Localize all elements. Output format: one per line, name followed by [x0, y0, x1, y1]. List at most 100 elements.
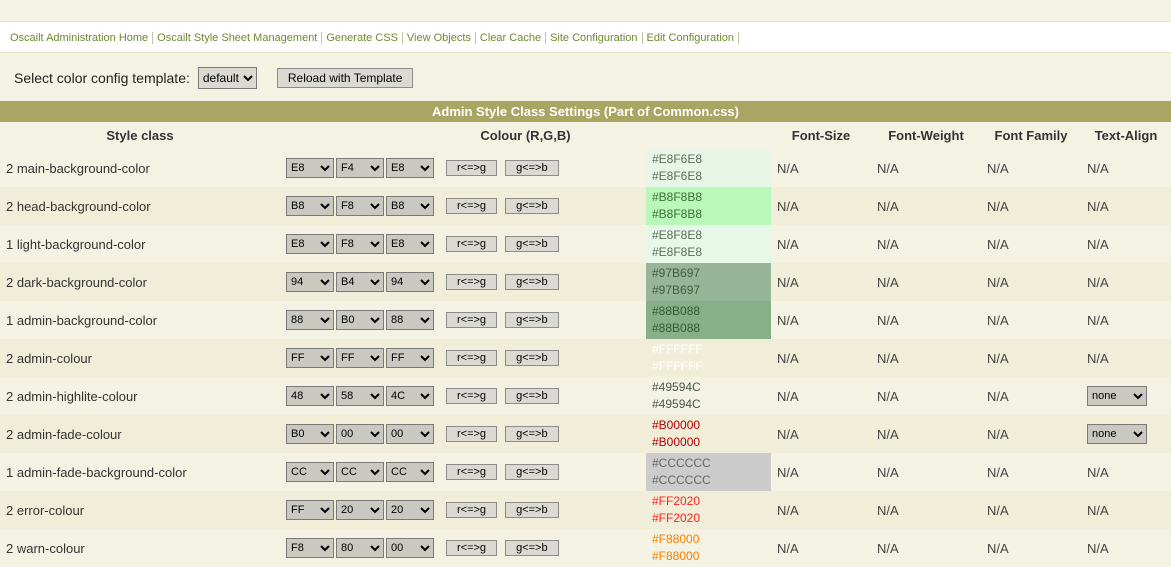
nav-link-3[interactable]: View Objects [403, 32, 476, 44]
swap-rg-button[interactable]: r<=>g [446, 464, 497, 480]
colour-swatch: #88B088#88B088 [646, 301, 771, 339]
swap-gb-button[interactable]: g<=>b [505, 350, 559, 366]
hex-g-select[interactable]: F8 [336, 196, 384, 216]
hex-g-select[interactable]: 00 [336, 424, 384, 444]
hex-b-select[interactable]: 20 [386, 500, 434, 520]
swap-rg-button[interactable]: r<=>g [446, 502, 497, 518]
text-align-cell: N/A [1081, 491, 1171, 529]
table-row: 2 head-background-colorB8F8B8r<=>gg<=>b#… [0, 187, 1171, 225]
colour-swatch: #CCCCCC#CCCCCC [646, 453, 771, 491]
hex-r-select[interactable]: B0 [286, 424, 334, 444]
style-class-name: 1 admin-fade-background-color [0, 453, 280, 491]
hex-g-select[interactable]: 20 [336, 500, 384, 520]
text-align-cell: N/A [1081, 453, 1171, 491]
swap-gb-button[interactable]: g<=>b [505, 464, 559, 480]
font-family-cell: N/A [981, 491, 1081, 529]
style-tbody: 2 main-background-colorE8F4E8r<=>gg<=>b#… [0, 149, 1171, 567]
swap-rg-button[interactable]: r<=>g [446, 160, 497, 176]
hex-value: #FFFFFF [652, 341, 765, 358]
swap-rg-button[interactable]: r<=>g [446, 236, 497, 252]
swap-rg-button[interactable]: r<=>g [446, 388, 497, 404]
swap-gb-button[interactable]: g<=>b [505, 426, 559, 442]
hex-r-select[interactable]: FF [286, 500, 334, 520]
swap-gb-button[interactable]: g<=>b [505, 502, 559, 518]
hex-r-select[interactable]: 94 [286, 272, 334, 292]
swap-gb-button[interactable]: g<=>b [505, 236, 559, 252]
table-row: 2 admin-colourFFFFFFr<=>gg<=>b#FFFFFF#FF… [0, 339, 1171, 377]
th-fontsize: Font-Size [771, 122, 871, 149]
swap-gb-button[interactable]: g<=>b [505, 540, 559, 556]
style-class-name: 2 dark-background-color [0, 263, 280, 301]
table-title: Admin Style Class Settings (Part of Comm… [0, 101, 1171, 122]
colour-controls: E8F4E8 r<=>g g<=>b [280, 149, 646, 187]
text-align-select[interactable]: none [1087, 424, 1147, 444]
hex-r-select[interactable]: E8 [286, 158, 334, 178]
th-fontweight: Font-Weight [871, 122, 981, 149]
hex-g-select[interactable]: B4 [336, 272, 384, 292]
text-align-cell: N/A [1081, 225, 1171, 263]
nav-link-1[interactable]: Oscailt Style Sheet Management [153, 32, 322, 44]
swap-rg-button[interactable]: r<=>g [446, 312, 497, 328]
hex-b-select[interactable]: E8 [386, 234, 434, 254]
hex-g-select[interactable]: FF [336, 348, 384, 368]
hex-g-select[interactable]: F8 [336, 234, 384, 254]
table-row: 2 warn-colourF88000r<=>gg<=>b#F88000#F88… [0, 529, 1171, 567]
text-align-select[interactable]: none [1087, 386, 1147, 406]
hex-b-select[interactable]: 00 [386, 538, 434, 558]
swap-rg-button[interactable]: r<=>g [446, 274, 497, 290]
colour-swatch: #B00000#B00000 [646, 415, 771, 453]
template-select[interactable]: default [198, 67, 257, 89]
nav-link-2[interactable]: Generate CSS [322, 32, 403, 44]
hex-g-select[interactable]: 58 [336, 386, 384, 406]
swap-rg-button[interactable]: r<=>g [446, 540, 497, 556]
hex-g-select[interactable]: B0 [336, 310, 384, 330]
hex-g-select[interactable]: 80 [336, 538, 384, 558]
swap-gb-button[interactable]: g<=>b [505, 274, 559, 290]
text-align-cell: N/A [1081, 187, 1171, 225]
hex-b-select[interactable]: E8 [386, 158, 434, 178]
table-row: 1 admin-fade-background-colorCCCCCCr<=>g… [0, 453, 1171, 491]
hex-b-select[interactable]: B8 [386, 196, 434, 216]
nav-link-4[interactable]: Clear Cache [476, 32, 546, 44]
hex-r-select[interactable]: CC [286, 462, 334, 482]
hex-r-select[interactable]: 48 [286, 386, 334, 406]
hex-value: #B8F8B8 [652, 189, 765, 206]
nav-link-0[interactable]: Oscailt Administration Home [6, 32, 153, 44]
hex-g-select[interactable]: CC [336, 462, 384, 482]
font-family-cell: N/A [981, 529, 1081, 567]
font-family-cell: N/A [981, 377, 1081, 415]
hex-b-select[interactable]: 4C [386, 386, 434, 406]
font-size-cell: N/A [771, 377, 871, 415]
hex-b-select[interactable]: CC [386, 462, 434, 482]
hex-r-select[interactable]: E8 [286, 234, 334, 254]
hex-b-select[interactable]: 88 [386, 310, 434, 330]
swap-rg-button[interactable]: r<=>g [446, 426, 497, 442]
hex-r-select[interactable]: B8 [286, 196, 334, 216]
swap-rg-button[interactable]: r<=>g [446, 350, 497, 366]
nav-link-6[interactable]: Edit Configuration [643, 32, 739, 44]
hex-value: #B8F8B8 [652, 206, 765, 223]
hex-r-select[interactable]: F8 [286, 538, 334, 558]
hex-value: #CCCCCC [652, 472, 765, 489]
font-family-cell: N/A [981, 263, 1081, 301]
hex-b-select[interactable]: FF [386, 348, 434, 368]
style-class-name: 2 admin-highlite-colour [0, 377, 280, 415]
swap-gb-button[interactable]: g<=>b [505, 160, 559, 176]
hex-b-select[interactable]: 94 [386, 272, 434, 292]
hex-value: #E8F8E8 [652, 244, 765, 261]
hex-g-select[interactable]: F4 [336, 158, 384, 178]
hex-value: #CCCCCC [652, 455, 765, 472]
colour-controls: CCCCCCr<=>gg<=>b [280, 453, 646, 491]
hex-r-select[interactable]: FF [286, 348, 334, 368]
nav-link-5[interactable]: Site Configuration [546, 32, 642, 44]
font-weight-cell: N/A [871, 415, 981, 453]
swap-gb-button[interactable]: g<=>b [505, 198, 559, 214]
swap-rg-button[interactable]: r<=>g [446, 198, 497, 214]
hex-b-select[interactable]: 00 [386, 424, 434, 444]
reload-button[interactable]: Reload with Template [277, 68, 414, 88]
swap-gb-button[interactable]: g<=>b [505, 388, 559, 404]
swap-gb-button[interactable]: g<=>b [505, 312, 559, 328]
font-size-cell: N/A [771, 491, 871, 529]
colour-swatch: #B8F8B8#B8F8B8 [646, 187, 771, 225]
hex-r-select[interactable]: 88 [286, 310, 334, 330]
